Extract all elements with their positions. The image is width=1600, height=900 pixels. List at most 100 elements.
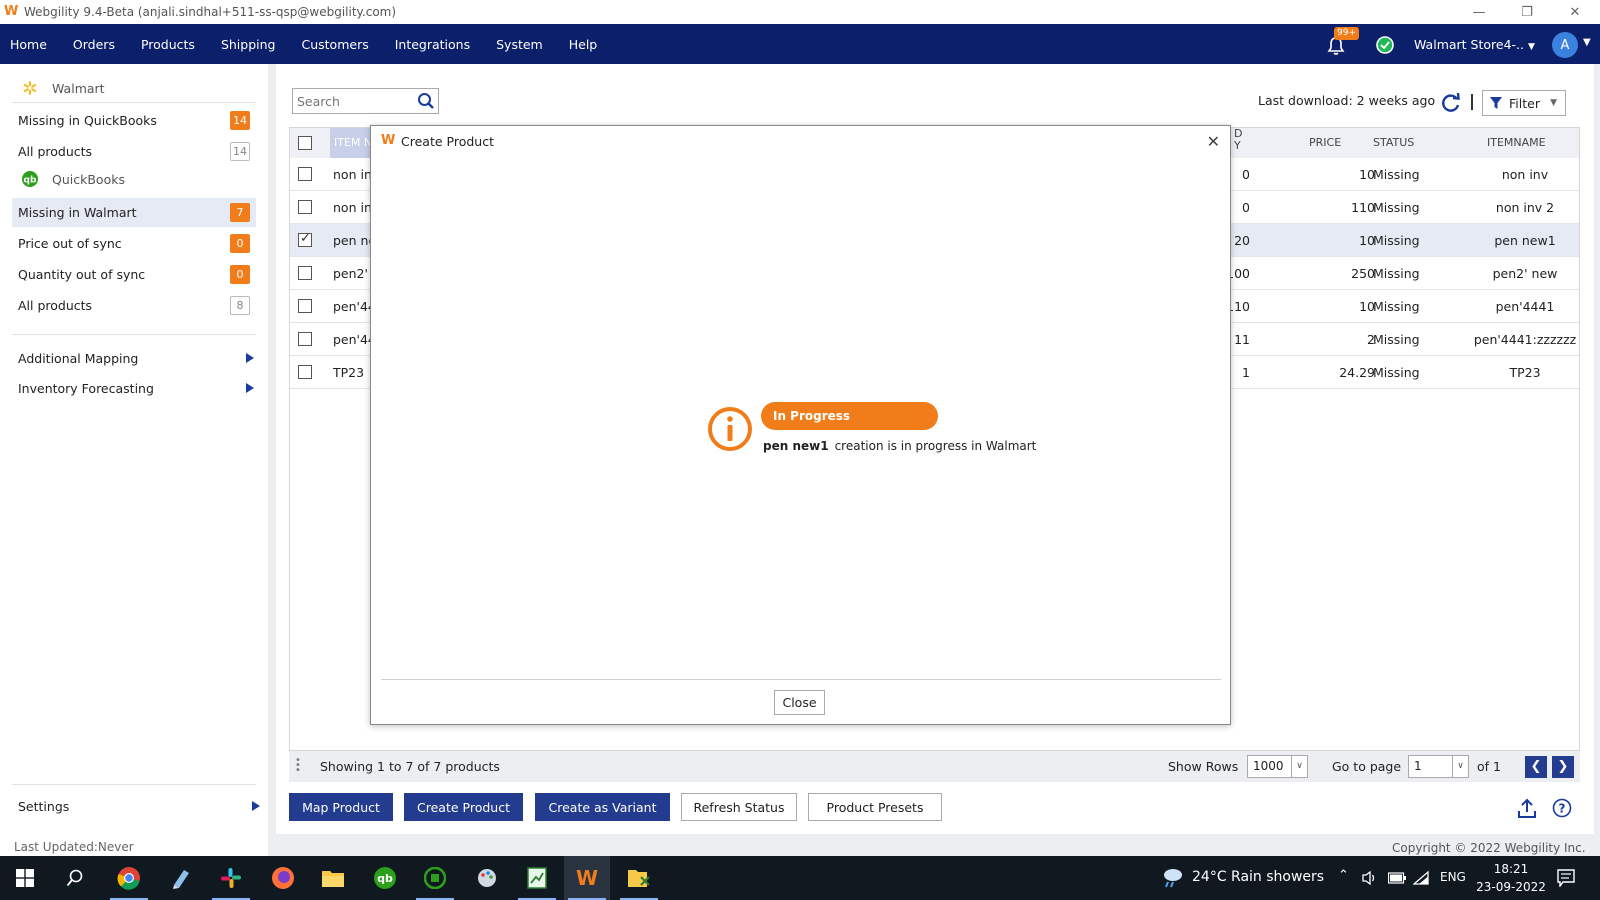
divider [12,334,256,335]
create-as-variant-button[interactable]: Create as Variant [535,793,670,821]
restore-button[interactable]: ❐ [1504,0,1550,24]
row-checkbox[interactable] [298,332,312,346]
create-product-button[interactable]: Create Product [404,793,523,821]
show-hidden-icons-chevron-up-icon[interactable]: ⌃ [1338,868,1349,883]
paint-palette-icon [478,869,496,887]
cell-item: pen2' [333,266,368,281]
taskbar-quickbooks[interactable]: qb [362,856,408,900]
menu-home[interactable]: Home [0,37,60,52]
taskbar-notes-app[interactable] [158,856,204,900]
firefox-icon [272,867,294,889]
sidebar-item-quantity-out-of-sync[interactable]: Quantity out of sync 0 [12,260,256,289]
taskbar-webgility[interactable]: W [564,856,610,900]
modal-close-icon[interactable]: ✕ [1207,132,1220,151]
sidebar-item-price-out-of-sync[interactable]: Price out of sync 0 [12,229,256,258]
product-presets-button[interactable]: Product Presets [808,793,942,821]
sidebar-item-missing-in-quickbooks[interactable]: Missing in QuickBooks 14 [12,106,256,135]
user-avatar[interactable]: A [1552,32,1578,58]
start-button[interactable] [2,856,48,900]
help-icon[interactable]: ? [1552,798,1572,818]
upload-icon[interactable] [1517,797,1537,819]
language-indicator[interactable]: ENG [1440,870,1466,884]
filter-label: Filter [1509,95,1540,111]
taskbar-quickbooks-tool[interactable] [412,856,458,900]
next-page-button[interactable]: ❯ [1552,756,1574,778]
taskbar-firefox[interactable] [260,856,306,900]
refresh-icon[interactable] [1440,92,1462,114]
taskbar-file-explorer[interactable] [310,856,356,900]
store-selector[interactable]: Walmart Store4-.. ▼ [1414,37,1535,52]
taskbar-slack[interactable] [208,856,254,900]
menu-orders[interactable]: Orders [60,37,128,52]
chevron-down-icon: ▼ [1527,42,1535,52]
avatar-chevron-down-icon[interactable]: ▼ [1583,37,1591,48]
row-checkbox[interactable] [298,266,312,280]
sidebar-item-missing-in-walmart[interactable]: Missing in Walmart 7 [12,198,256,227]
quickbooks-section-label: QuickBooks [52,171,125,187]
minimize-button[interactable]: — [1456,0,1502,24]
modal-divider [381,679,1221,680]
search-icon[interactable] [417,92,435,110]
row-checkbox[interactable] [298,167,312,181]
column-header-itemname[interactable]: ITEMNAME [1487,136,1546,149]
speaker-icon[interactable] [1362,870,1378,886]
info-icon [708,407,752,451]
filter-button[interactable]: Filter ▼ [1482,90,1566,116]
battery-icon[interactable] [1388,872,1406,884]
sync-status-icon[interactable] [1375,35,1395,55]
show-rows-label: Show Rows [1168,759,1239,774]
close-window-button[interactable]: ✕ [1552,0,1598,24]
expand-arrow-icon [246,383,254,393]
weather-text[interactable]: 24°C Rain showers [1192,869,1324,885]
sidebar-item-label: All products [18,144,93,159]
taskbar-paint[interactable] [464,856,510,900]
column-header-status[interactable]: STATUS [1373,136,1414,149]
notifications-chat-icon[interactable] [1557,869,1575,887]
select-all-checkbox[interactable] [298,136,312,150]
wifi-icon[interactable] [1413,870,1429,886]
menu-shipping[interactable]: Shipping [208,37,289,52]
refresh-status-button[interactable]: Refresh Status [681,793,797,821]
quickbooks-logo-icon: qb [374,867,396,889]
sidebar-item-label: Missing in Walmart [18,205,137,220]
drag-handle-icon[interactable]: • • • [295,756,301,776]
column-header-price[interactable]: PRICE [1309,136,1341,149]
taskbar-chrome[interactable] [106,856,152,900]
menu-system[interactable]: System [483,37,556,52]
cell-itemname: pen2' new [1492,266,1558,281]
taskbar-spreadsheet[interactable] [514,856,560,900]
status-badge: In Progress [761,402,938,430]
sidebar-section-quickbooks: qb QuickBooks [22,171,125,187]
row-checkbox[interactable] [298,299,312,313]
column-header-qty[interactable]: DY [1234,128,1242,152]
column-header-item[interactable]: ITEM N [330,128,374,158]
cell-status: Missing [1373,299,1420,314]
taskbar-tools-app[interactable] [616,856,662,900]
row-checkbox[interactable] [298,365,312,379]
menu-customers[interactable]: Customers [288,37,381,52]
sidebar-item-label: Missing in QuickBooks [18,113,157,128]
chevron-down-icon: ∨ [1452,756,1468,777]
sidebar-item-qb-all-products[interactable]: All products 8 [12,291,256,320]
map-product-button[interactable]: Map Product [289,793,393,821]
prev-page-button[interactable]: ❮ [1525,756,1547,778]
taskbar-clock[interactable]: 18:21 23-09-2022 [1476,860,1546,896]
menu-help[interactable]: Help [556,37,611,52]
clock-date: 23-09-2022 [1476,880,1546,894]
sidebar-item-additional-mapping[interactable]: Additional Mapping [18,351,254,366]
taskbar-search-button[interactable] [52,856,98,900]
close-button[interactable]: Close [774,690,825,715]
search-input[interactable] [297,90,407,112]
menu-products[interactable]: Products [128,37,208,52]
webgility-logo-icon: W [4,4,19,19]
row-checkbox[interactable] [298,200,312,214]
sidebar-item-walmart-all-products[interactable]: All products 14 [12,137,256,166]
menu-integrations[interactable]: Integrations [382,37,483,52]
row-checkbox[interactable] [298,231,312,247]
page-value: 1 [1414,759,1422,773]
filter-funnel-icon [1490,97,1502,109]
show-rows-select[interactable]: 1000 ∨ [1247,755,1308,778]
sidebar-item-inventory-forecasting[interactable]: Inventory Forecasting [18,381,254,396]
page-select[interactable]: 1 ∨ [1408,755,1469,778]
sidebar-item-settings[interactable]: Settings [18,799,260,814]
